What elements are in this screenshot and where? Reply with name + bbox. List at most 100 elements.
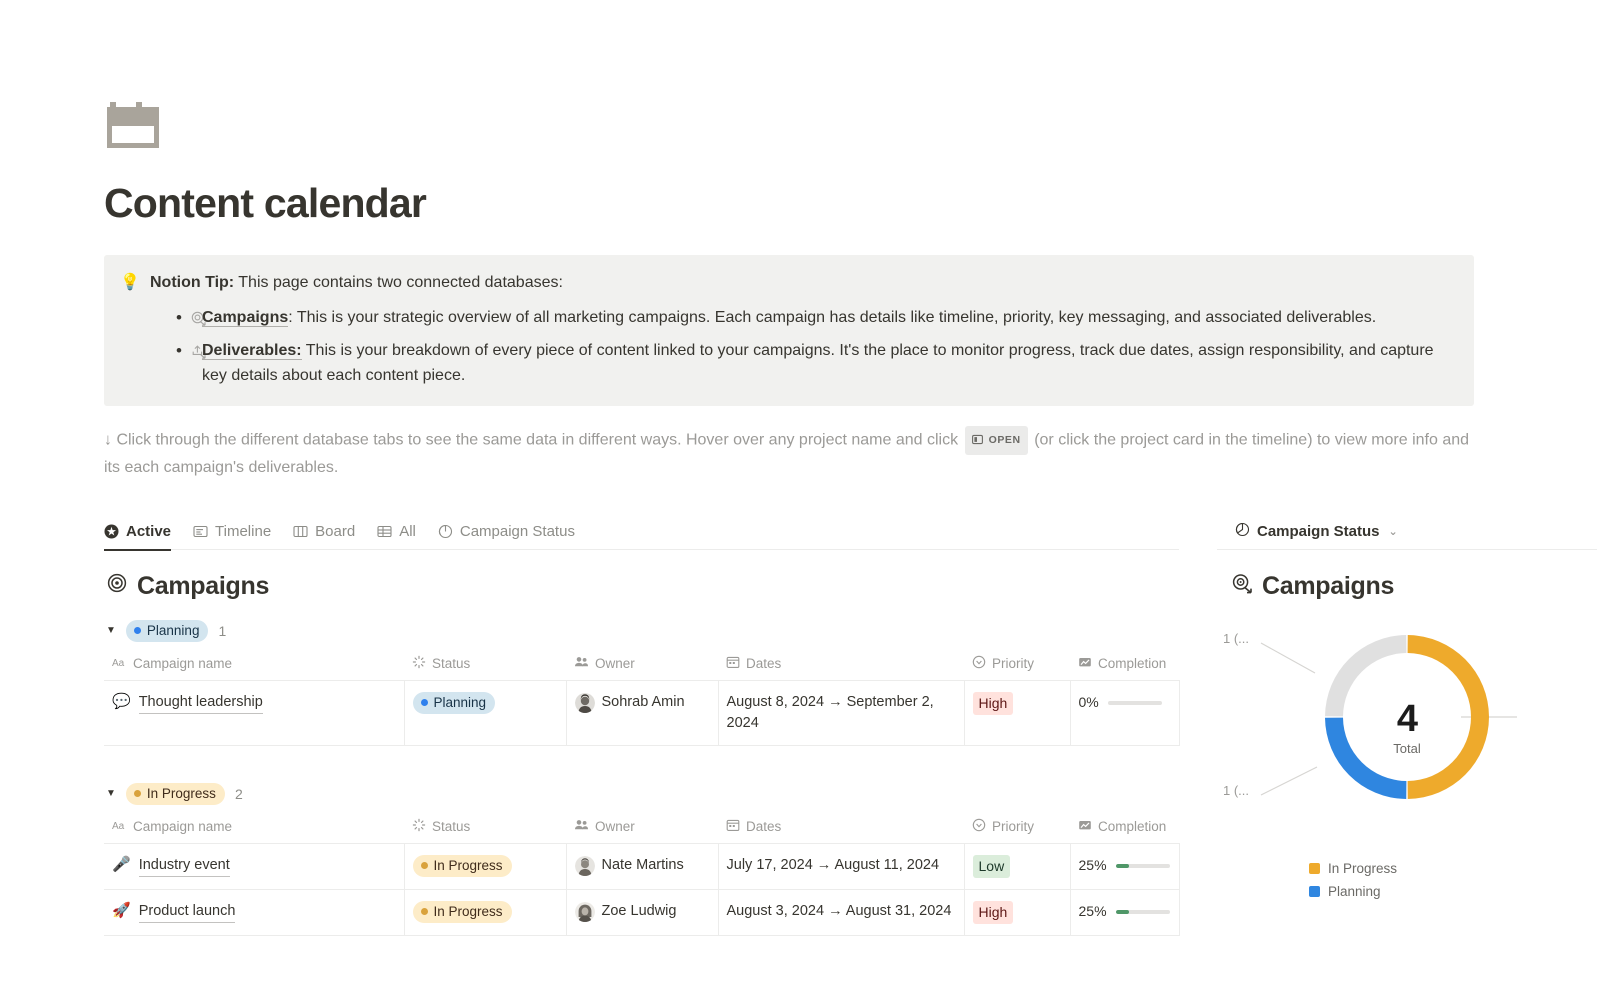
campaigns-db-link[interactable]: Campaigns <box>202 309 288 327</box>
legend-item[interactable]: In Progress <box>1309 861 1397 876</box>
deliverables-link-icon <box>190 342 207 359</box>
donut-svg <box>1217 617 1597 867</box>
table-row[interactable]: 💬 Thought leadership Planning <box>104 681 1179 746</box>
chevron-down-icon[interactable]: ▼ <box>106 789 116 799</box>
tab-campaign-status[interactable]: Campaign Status <box>438 514 575 550</box>
rollup-icon <box>1078 818 1092 835</box>
slice-annotation: 1 (... <box>1223 631 1249 646</box>
people-icon <box>574 655 589 672</box>
column-header-status[interactable]: Status <box>404 649 566 681</box>
sidebar-tab-campaign-status[interactable]: Campaign Status ⌄ <box>1235 514 1398 550</box>
panel-icon <box>972 428 983 453</box>
column-header-owner[interactable]: Owner <box>566 812 718 844</box>
status-label: In Progress <box>434 903 503 920</box>
hint-part-1: ↓ Click through the different database t… <box>104 432 958 449</box>
group-header-in-progress[interactable]: ▼ In Progress 2 <box>106 782 1179 806</box>
status-badge: In Progress <box>413 901 512 923</box>
campaigns-db-desc: : This is your strategic overview of all… <box>288 309 1376 326</box>
campaigns-table-planning: Aa Campaign name <box>104 649 1179 746</box>
leader-line <box>1261 767 1317 795</box>
completion-value: 0% <box>1079 692 1099 713</box>
chevron-down-icon[interactable]: ⌄ <box>1389 525 1398 538</box>
cell-completion[interactable]: 0% <box>1070 681 1179 746</box>
table-row[interactable]: 🎤 Industry event In Progress <box>104 844 1179 890</box>
column-header-campaign-name[interactable]: Aa Campaign name <box>104 649 404 681</box>
column-header-priority[interactable]: Priority <box>964 649 1070 681</box>
cell-status[interactable]: Planning <box>404 681 566 746</box>
cell-dates[interactable]: August 3, 2024 → August 31, 2024 <box>718 890 964 936</box>
cell-status[interactable]: In Progress <box>404 890 566 936</box>
cell-campaign-name[interactable]: 💬 Thought leadership <box>104 681 404 746</box>
completion-value: 25% <box>1079 855 1107 876</box>
legend-label: In Progress <box>1328 861 1397 876</box>
cell-campaign-name[interactable]: 🚀 Product launch <box>104 890 404 936</box>
donut-slice-not-started[interactable] <box>1325 635 1406 716</box>
group-count: 1 <box>218 623 226 639</box>
cell-owner[interactable]: Sohrab Amin <box>566 681 718 746</box>
cell-owner[interactable]: Zoe Ludwig <box>566 890 718 936</box>
group-status-chip: In Progress <box>126 783 225 805</box>
microphone-icon: 🎤 <box>112 855 131 875</box>
status-dot <box>421 862 428 869</box>
open-badge[interactable]: OPEN <box>965 426 1028 455</box>
tab-board[interactable]: Board <box>293 514 355 550</box>
tab-label: Timeline <box>215 523 271 540</box>
donut-slice-planning[interactable] <box>1325 718 1406 799</box>
column-header-completion[interactable]: Completion <box>1070 649 1179 681</box>
column-header-campaign-name[interactable]: Aa Campaign name <box>104 812 404 844</box>
star-filled-icon <box>104 524 119 539</box>
campaign-name-label: Industry event <box>139 855 230 877</box>
open-badge-label: OPEN <box>989 428 1021 453</box>
legend-item[interactable]: Planning <box>1309 884 1397 899</box>
column-header-priority[interactable]: Priority <box>964 812 1070 844</box>
status-spinner-icon <box>412 818 426 835</box>
column-label: Campaign name <box>133 656 232 671</box>
left-column: Active Timeline <box>104 514 1179 938</box>
tab-timeline[interactable]: Timeline <box>193 514 271 550</box>
rollup-icon <box>1078 655 1092 672</box>
cell-dates[interactable]: August 8, 2024 → September 2, 2024 <box>718 681 964 746</box>
chevron-down-icon[interactable]: ▼ <box>106 626 116 636</box>
column-header-owner[interactable]: Owner <box>566 649 718 681</box>
cell-completion[interactable]: 25% <box>1070 890 1179 936</box>
owner-name: Zoe Ludwig <box>602 901 677 922</box>
cell-status[interactable]: In Progress <box>404 844 566 890</box>
priority-badge: Low <box>973 855 1011 878</box>
leader-line <box>1261 643 1315 673</box>
group-spacer <box>104 748 1179 782</box>
callout-list: Campaigns: This is your strategic overvi… <box>150 305 1458 388</box>
avatar <box>575 856 595 876</box>
slice-annotation: 1 (... <box>1223 783 1249 798</box>
column-header-completion[interactable]: Completion <box>1070 812 1179 844</box>
tab-all[interactable]: All <box>377 514 416 550</box>
group-status-label: In Progress <box>147 785 216 802</box>
legend-label: Planning <box>1328 884 1381 899</box>
cell-owner[interactable]: Nate Martins <box>566 844 718 890</box>
table-row[interactable]: 🚀 Product launch In Progress <box>104 890 1179 936</box>
database-title-label: Campaigns <box>137 572 269 601</box>
notion-tip-callout: 💡 Notion Tip: This page contains two con… <box>104 255 1474 406</box>
cell-completion[interactable]: 25% <box>1070 844 1179 890</box>
column-header-dates[interactable]: Dates <box>718 649 964 681</box>
donut-slice-in-progress[interactable] <box>1408 635 1489 799</box>
column-label: Priority <box>992 656 1034 671</box>
column-header-dates[interactable]: Dates <box>718 812 964 844</box>
deliverables-db-link[interactable]: Deliverables: <box>202 342 302 360</box>
tab-active[interactable]: Active <box>104 514 171 550</box>
cell-priority[interactable]: High <box>964 890 1070 936</box>
group-header-planning[interactable]: ▼ Planning 1 <box>106 619 1179 643</box>
cell-priority[interactable]: Low <box>964 844 1070 890</box>
owner-name: Nate Martins <box>602 855 684 876</box>
cell-campaign-name[interactable]: 🎤 Industry event <box>104 844 404 890</box>
group-count: 2 <box>235 786 243 802</box>
column-header-status[interactable]: Status <box>404 812 566 844</box>
column-label: Status <box>432 819 470 834</box>
column-label: Priority <box>992 819 1034 834</box>
calendar-small-icon <box>726 818 740 835</box>
cell-dates[interactable]: July 17, 2024 → August 11, 2024 <box>718 844 964 890</box>
chart-legend: In Progress Planning <box>1309 861 1397 899</box>
callout-lead-bold: Notion Tip: <box>150 274 234 291</box>
speech-bubble-icon: 💬 <box>112 692 131 712</box>
cell-priority[interactable]: High <box>964 681 1070 746</box>
completion-bar <box>1116 864 1170 868</box>
